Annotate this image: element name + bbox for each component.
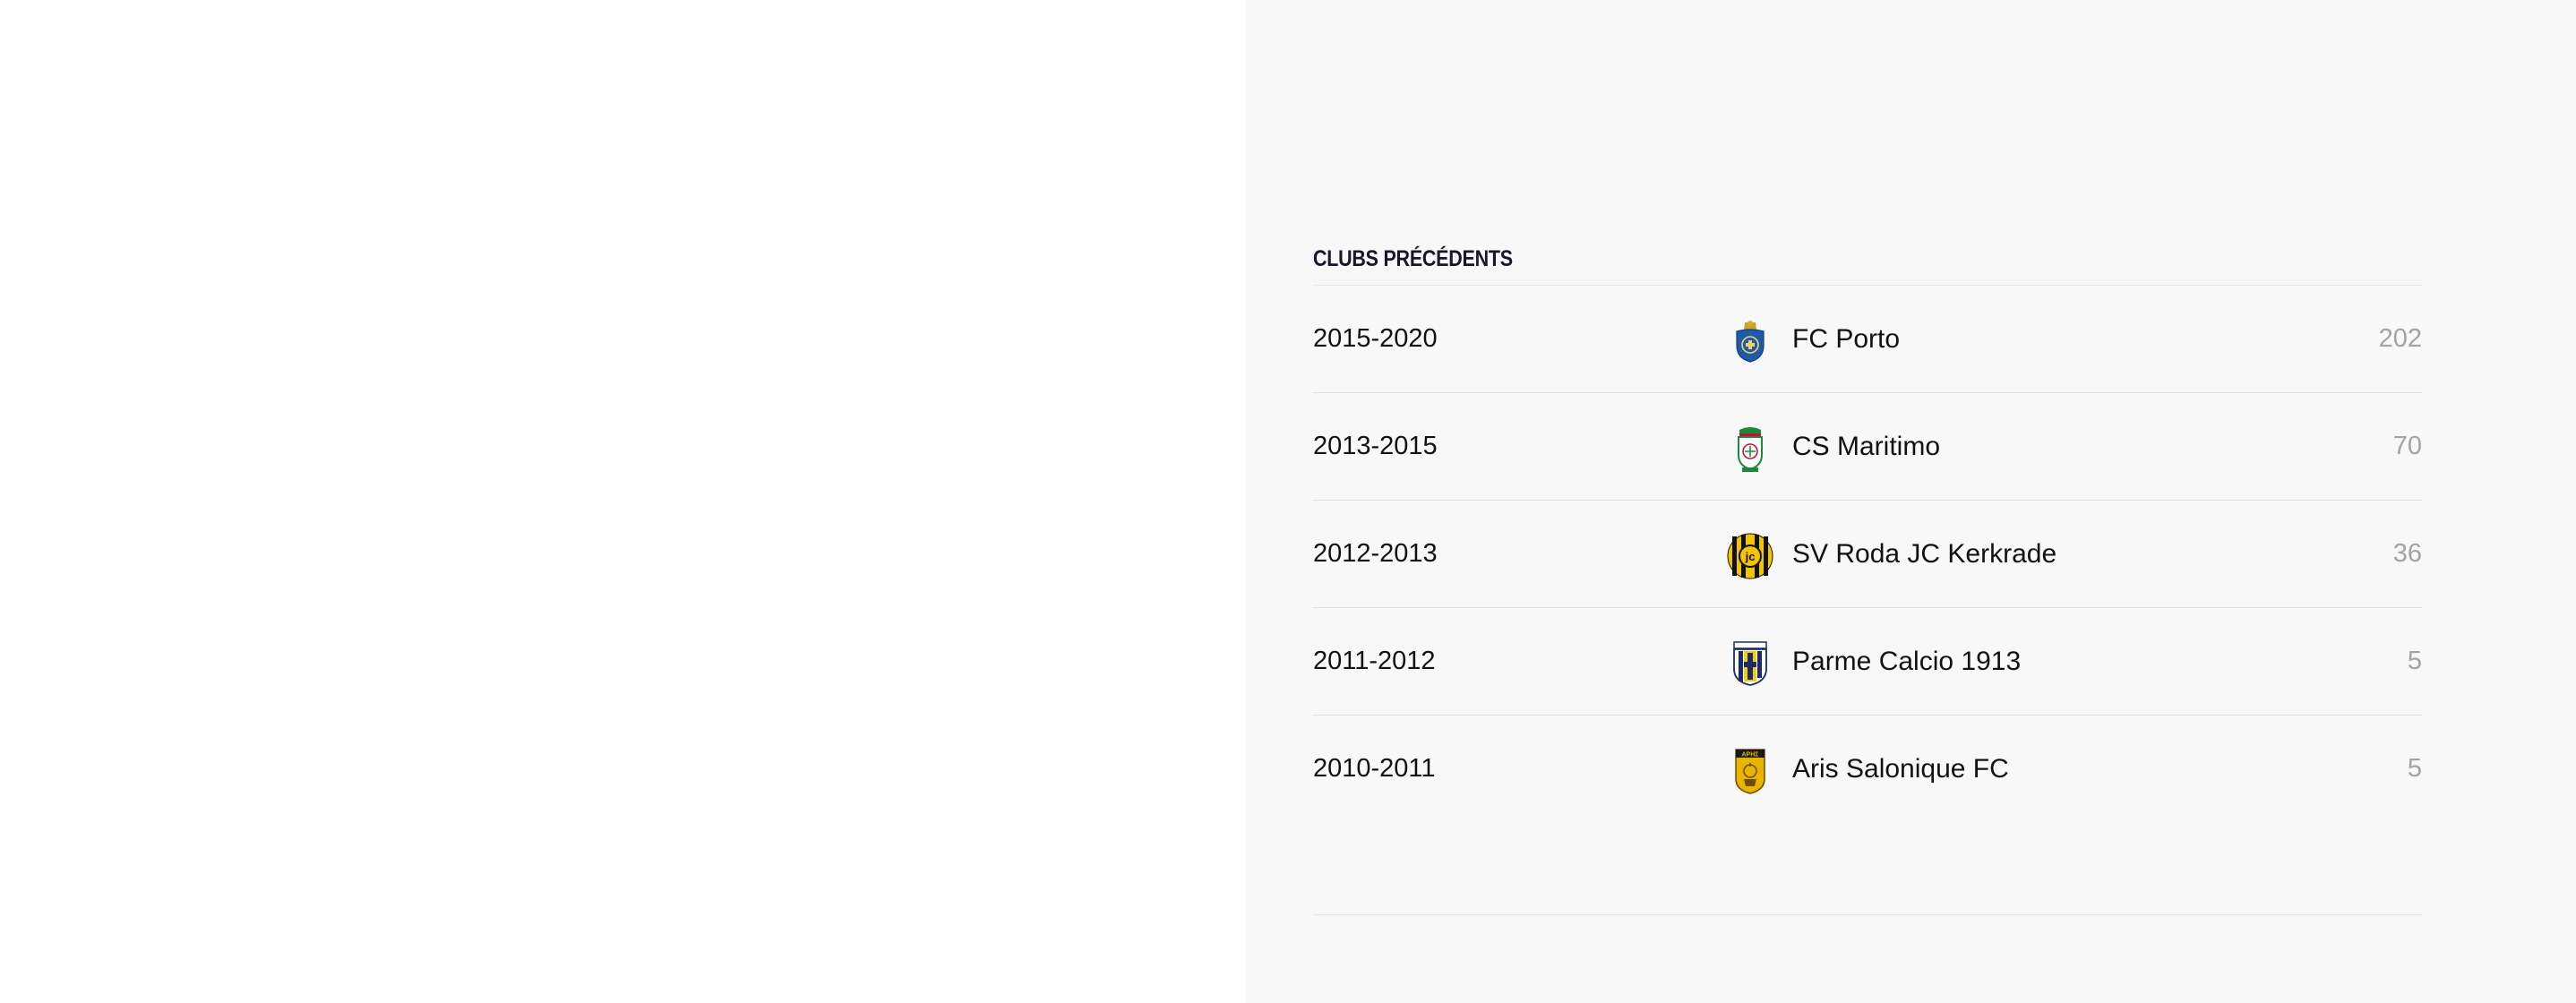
club-row[interactable]: 2013-2015 CS Maritimo 70	[1313, 393, 2422, 501]
fc-porto-crest-icon	[1725, 319, 1775, 364]
club-row[interactable]: 2010-2011 ΑΡΗΣ Aris Salonique FC 5	[1313, 716, 2422, 822]
previous-clubs-section: CLUBS PRÉCÉDENTS 2015-2020 FC Porto 202	[1313, 240, 2422, 822]
club-name: FC Porto	[1792, 324, 1901, 354]
svg-text:ΑΡΗΣ: ΑΡΗΣ	[1742, 752, 1759, 759]
section-title: CLUBS PRÉCÉDENTS	[1313, 246, 1513, 271]
club-row[interactable]: 2011-2012 Parme Calcio 1913 5	[1313, 608, 2422, 716]
club-appearances: 5	[2407, 647, 2422, 675]
cs-maritimo-crest-icon	[1725, 426, 1775, 472]
club-years: 2012-2013	[1313, 539, 1438, 568]
club-name: Aris Salonique FC	[1792, 754, 2009, 784]
club-years: 2013-2015	[1313, 432, 1438, 460]
club-years: 2011-2012	[1313, 647, 1436, 675]
svg-text:jc: jc	[1745, 550, 1756, 563]
club-appearances: 70	[2392, 432, 2422, 460]
club-appearances: 202	[2378, 324, 2422, 353]
club-years: 2010-2011	[1313, 754, 1436, 783]
club-row[interactable]: 2012-2013 jc SV Roda JC Kerkrade 36	[1313, 501, 2422, 608]
aris-crest-icon: ΑΡΗΣ	[1725, 749, 1775, 794]
club-name: Parme Calcio 1913	[1792, 647, 2022, 676]
club-list: 2015-2020 FC Porto 202 2013-2015 CS Mari…	[1313, 286, 2422, 822]
roda-jc-crest-icon: jc	[1725, 533, 1775, 579]
section-bottom-divider	[1313, 914, 2422, 915]
club-name: CS Maritimo	[1792, 432, 1941, 461]
left-blank-pane	[0, 0, 1246, 1003]
club-appearances: 36	[2392, 539, 2422, 568]
club-years: 2015-2020	[1313, 324, 1438, 353]
club-row[interactable]: 2015-2020 FC Porto 202	[1313, 286, 2422, 393]
club-name: SV Roda JC Kerkrade	[1792, 539, 2057, 569]
parma-crest-icon	[1725, 641, 1775, 686]
previous-clubs-panel: CLUBS PRÉCÉDENTS 2015-2020 FC Porto 202	[1246, 0, 2576, 1003]
club-appearances: 5	[2407, 754, 2422, 783]
